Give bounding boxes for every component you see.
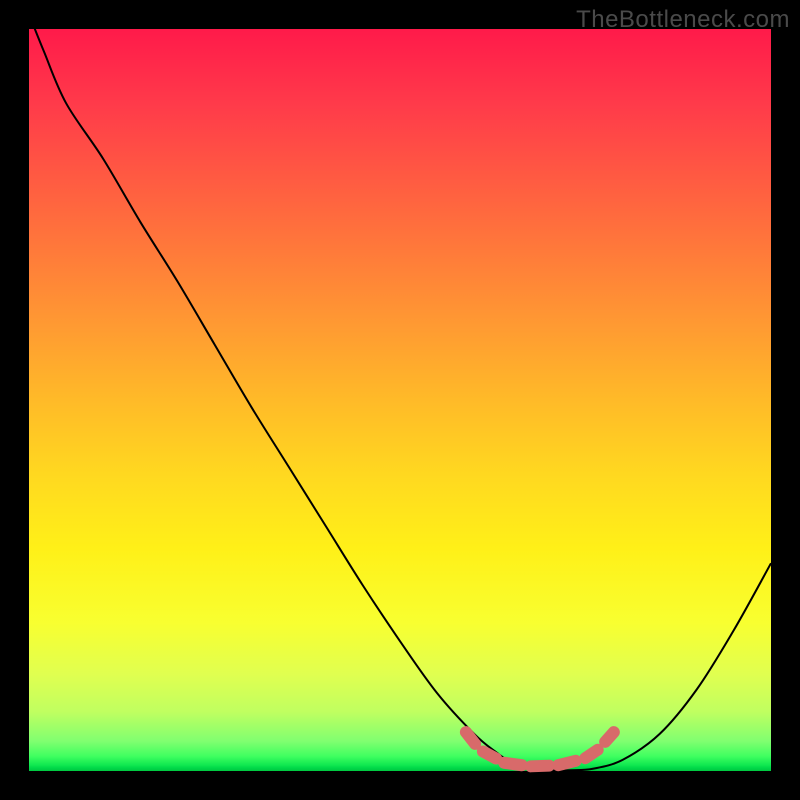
gradient-plot-area	[29, 29, 771, 771]
chart-container: TheBottleneck.com	[0, 0, 800, 800]
watermark-text: TheBottleneck.com	[576, 6, 790, 34]
